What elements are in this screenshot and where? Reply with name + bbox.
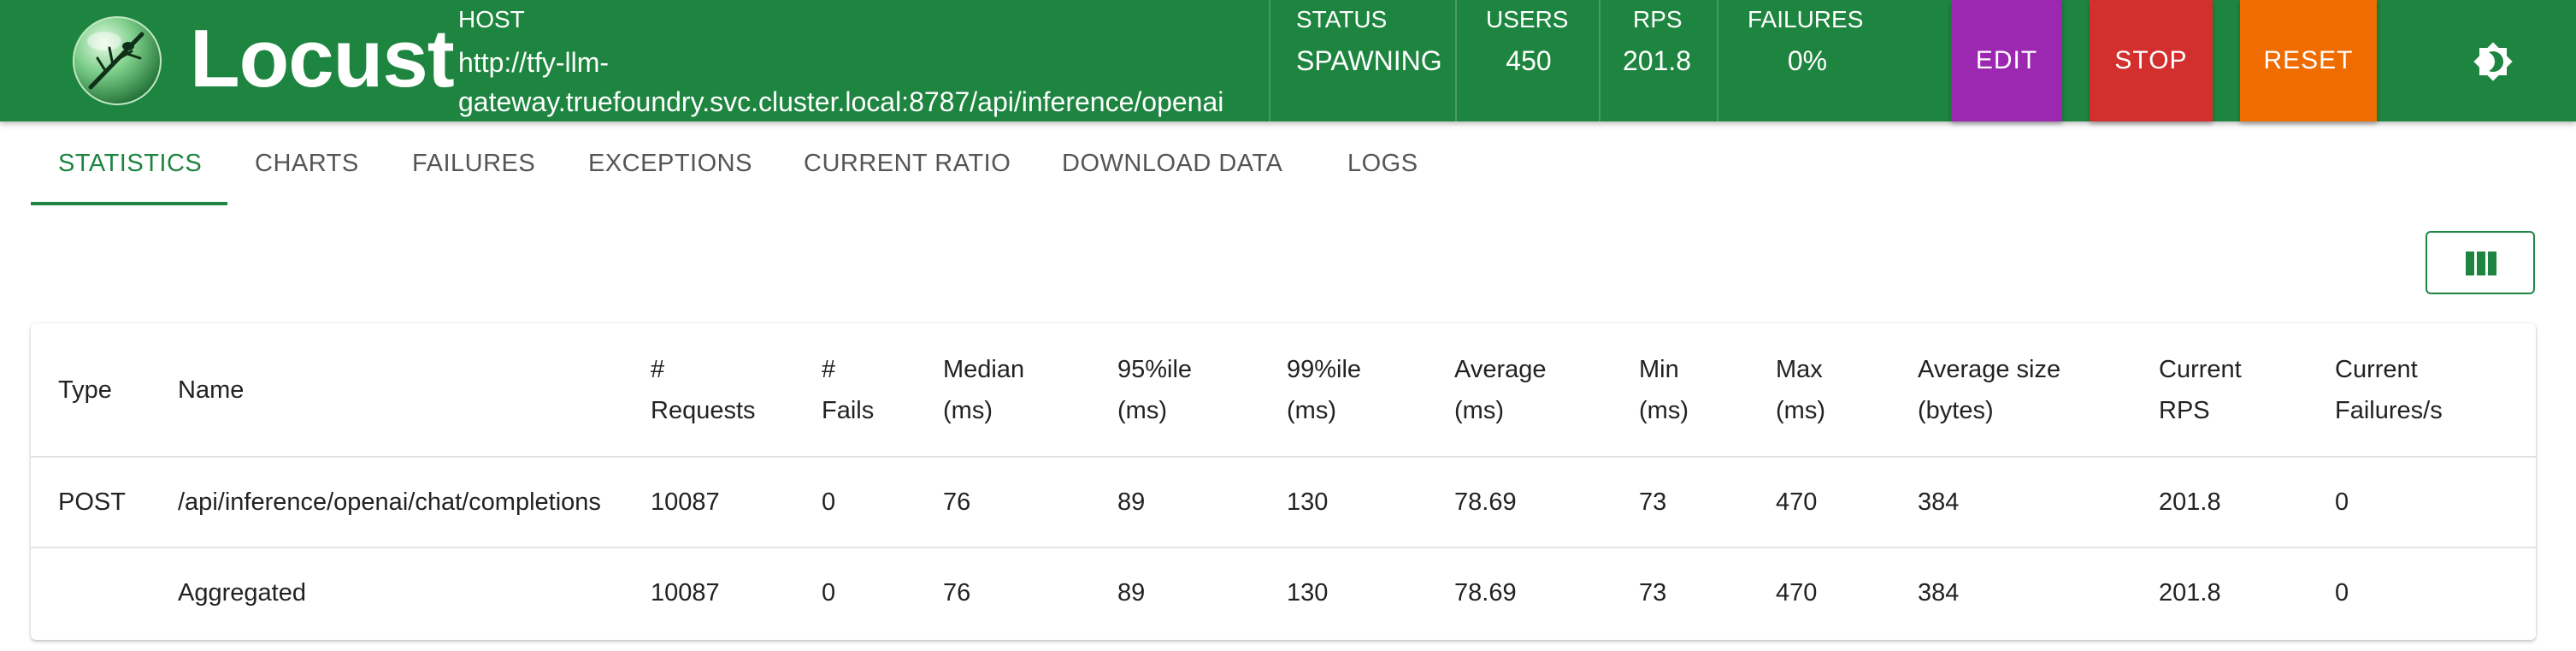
table-row: Aggregated 10087 0 76 89 130 78.69 73 47… (31, 547, 2536, 638)
statistics-table-card: Type Name # Requests # Fails Median (ms) 95… (31, 323, 2536, 640)
tab-logs[interactable]: LOGS (1347, 121, 1418, 205)
cell-min: 73 (1639, 488, 1667, 516)
stop-button[interactable]: STOP (2090, 0, 2213, 121)
app-logo-text: Locust (190, 13, 455, 104)
users-value: 450 (1506, 45, 1552, 76)
col-header-requests[interactable]: # Requests (623, 323, 794, 458)
tab-exceptions[interactable]: EXCEPTIONS (588, 121, 752, 205)
column-selector-button[interactable] (2426, 231, 2535, 294)
tab-charts[interactable]: CHARTS (255, 121, 359, 205)
cell-name: Aggregated (178, 579, 306, 607)
rps-stat: RPS 201.8 (1623, 0, 1701, 121)
cell-95ile: 89 (1117, 488, 1146, 516)
cell-max: 470 (1776, 579, 1818, 607)
col-header-99ile[interactable]: 99%ile (ms) (1259, 323, 1427, 458)
cell-name: /api/inference/openai/chat/completions (178, 488, 601, 516)
cell-99ile: 130 (1287, 488, 1329, 516)
cell-current-failures: 0 (2335, 488, 2349, 516)
cell-fails: 0 (822, 488, 836, 516)
locust-logo-icon (72, 15, 162, 106)
col-header-current-failures[interactable]: Current Failures/s (2308, 323, 2536, 458)
cell-median: 76 (943, 579, 971, 607)
cell-current-rps: 201.8 (2159, 579, 2221, 607)
host-value: http://tfy-llm-gateway.truefoundry.svc.c… (458, 47, 1224, 117)
status-stat: STATUS SPAWNING (1296, 0, 1450, 121)
col-header-current-rps[interactable]: Current RPS (2131, 323, 2308, 458)
failures-stat: FAILURES 0% (1748, 0, 1867, 121)
cell-median: 76 (943, 488, 971, 516)
rps-label: RPS (1633, 6, 1683, 33)
rps-value: 201.8 (1623, 45, 1692, 76)
header-divider (1717, 0, 1718, 121)
edit-button[interactable]: EDIT (1951, 0, 2062, 121)
header-divider (1599, 0, 1600, 121)
tab-download-data[interactable]: DOWNLOAD DATA (1062, 121, 1282, 205)
col-header-type[interactable]: Type (31, 323, 150, 458)
tab-bar: STATISTICS CHARTS FAILURES EXCEPTIONS CU… (31, 121, 2544, 205)
status-value: SPAWNING (1296, 45, 1442, 76)
col-header-95ile[interactable]: 95%ile (ms) (1090, 323, 1259, 458)
cell-type (31, 547, 150, 638)
tab-statistics[interactable]: STATISTICS (58, 121, 202, 205)
theme-toggle-icon[interactable] (2473, 41, 2514, 82)
cell-99ile: 130 (1287, 579, 1329, 607)
failures-label: FAILURES (1748, 6, 1864, 33)
users-label: USERS (1486, 6, 1569, 33)
failures-value: 0% (1787, 45, 1828, 76)
cell-average-size: 384 (1918, 488, 1960, 516)
cell-min: 73 (1639, 579, 1667, 607)
table-header-row: Type Name # Requests # Fails Median (ms) 95… (31, 323, 2536, 458)
header-divider (1269, 0, 1270, 121)
cell-current-rps: 201.8 (2159, 488, 2221, 516)
table-row: POST /api/inference/openai/chat/completi… (31, 457, 2536, 547)
cell-fails: 0 (822, 579, 836, 607)
cell-requests: 10087 (651, 488, 720, 516)
users-stat: USERS 450 (1486, 0, 1571, 121)
cell-current-failures: 0 (2335, 579, 2349, 607)
tab-failures[interactable]: FAILURES (412, 121, 535, 205)
cell-average: 78.69 (1454, 488, 1517, 516)
cell-requests: 10087 (651, 579, 720, 607)
cell-type: POST (58, 488, 126, 516)
statistics-table: Type Name # Requests # Fails Median (ms) 95… (31, 323, 2536, 638)
cell-average-size: 384 (1918, 579, 1960, 607)
status-label: STATUS (1296, 6, 1388, 33)
cell-95ile: 89 (1117, 579, 1146, 607)
view-column-icon (2466, 252, 2496, 275)
col-header-average-size[interactable]: Average size (bytes) (1890, 323, 2131, 458)
col-header-min[interactable]: Min (ms) (1612, 323, 1748, 458)
top-header: Locust HOST http://tfy-llm-gateway.truef… (0, 0, 2576, 121)
col-header-name[interactable]: Name (150, 323, 623, 458)
cell-max: 470 (1776, 488, 1818, 516)
active-tab-indicator (31, 202, 227, 205)
header-divider (1455, 0, 1457, 121)
col-header-max[interactable]: Max (ms) (1748, 323, 1890, 458)
tab-current-ratio[interactable]: CURRENT RATIO (804, 121, 1011, 205)
col-header-average[interactable]: Average (ms) (1427, 323, 1612, 458)
col-header-median[interactable]: Median (ms) (916, 323, 1090, 458)
col-header-fails[interactable]: # Fails (794, 323, 916, 458)
cell-average: 78.69 (1454, 579, 1517, 607)
reset-button[interactable]: RESET (2240, 0, 2377, 121)
host-label: HOST (458, 6, 525, 33)
